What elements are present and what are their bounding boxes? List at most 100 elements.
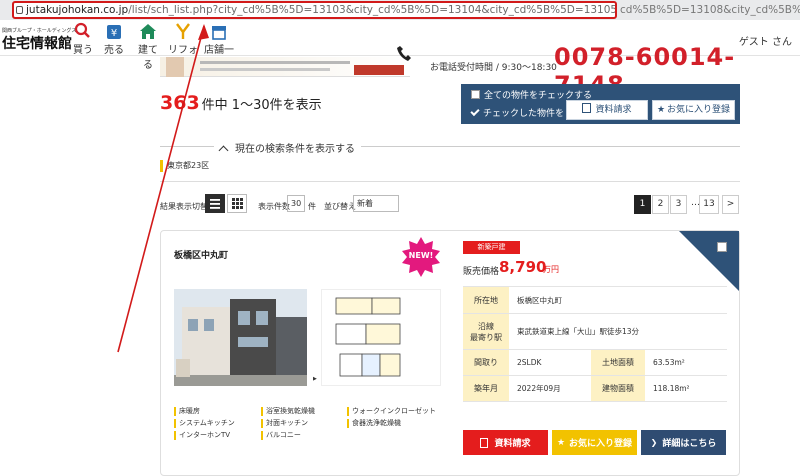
divider — [440, 146, 740, 147]
list-icon — [210, 199, 220, 209]
count-per-page-input[interactable]: 30 — [287, 195, 305, 212]
add-favorite-button[interactable]: ★ お気に入り登録 — [552, 430, 637, 455]
list-view-button[interactable] — [205, 194, 225, 213]
built-date-value: 2022年09月 — [509, 376, 591, 402]
property-photo[interactable] — [174, 289, 307, 386]
yen-house-icon: ¥ — [107, 25, 121, 39]
feature-bath-dryer: 浴室換気乾燥機 — [261, 407, 315, 416]
phone-hours: お電話受付時間 / 9:30〜18:30 — [430, 63, 557, 73]
next-page-button[interactable]: > — [722, 195, 739, 214]
browser-address-bar: jutakujohokan.co.jp/list/sch_list.php?ci… — [0, 0, 800, 20]
count-unit: 件 — [308, 202, 316, 211]
check-icon — [470, 106, 480, 117]
star-icon: ★ — [656, 105, 666, 115]
listing-card: 板橋区中丸町 NEW! ▶ 床暖房 浴室換気乾燥機 ウォークインクローゼット シ… — [160, 230, 740, 476]
line-station-value: 東武鉄道東上線「大山」駅徒歩13分 — [509, 314, 727, 350]
house-photo — [174, 289, 307, 386]
svg-text:¥: ¥ — [111, 28, 117, 39]
price-unit: 万円 — [543, 265, 559, 274]
page-3[interactable]: 3 — [670, 195, 687, 214]
page-1[interactable]: 1 — [634, 195, 651, 214]
nav-build[interactable]: 建てる — [134, 22, 162, 71]
plan-logo: ▶ — [313, 376, 317, 382]
bulk-request-label: 資料請求 — [595, 105, 632, 115]
nav-stores[interactable]: 店舗一覧 — [202, 22, 236, 71]
reform-icon — [176, 23, 190, 39]
build-house-icon — [140, 24, 156, 39]
feature-balcony: バルコニー — [261, 431, 301, 440]
nav-reform[interactable]: リフォーム — [164, 22, 202, 71]
layout-value: 2SLDK — [509, 350, 591, 376]
grid-view-button[interactable] — [227, 194, 247, 213]
document-icon — [582, 103, 592, 113]
corner-triangle — [679, 231, 739, 291]
grid-icon — [232, 198, 243, 209]
line-station-label: 沿線 最寄り駅 — [463, 314, 509, 350]
add-favorite-label: お気に入り登録 — [569, 439, 633, 449]
area-condition-tag: 東京都23区 — [160, 160, 209, 172]
url-overflow: cd%5B%5D=13108&city_cd%5B%5D=13109... — [620, 4, 800, 16]
request-info-label: 資料請求 — [494, 439, 531, 449]
document-icon — [480, 437, 489, 448]
url-field[interactable]: jutakujohokan.co.jp/list/sch_list.php?ci… — [12, 1, 617, 19]
count-label: 表示件数 — [258, 202, 290, 211]
check-all-checkbox[interactable] — [471, 90, 480, 99]
feature-walk-in-closet: ウォークインクローゼット — [347, 407, 436, 416]
building-area-value: 118.18m² — [645, 376, 727, 402]
nav-buy-label: 買う — [73, 45, 93, 56]
nav-sell-label: 売る — [104, 45, 124, 56]
page-2[interactable]: 2 — [652, 195, 669, 214]
price-value: 8,790 — [499, 258, 547, 276]
banner-photo — [166, 57, 184, 77]
sort-label: 並び替え — [324, 202, 356, 211]
site-logo[interactable]: 住宅情報館 — [2, 33, 72, 53]
location-label: 所在地 — [463, 287, 509, 314]
sort-select[interactable]: 新着 — [353, 195, 399, 212]
url-host: jutakujohokan.co.jp — [26, 4, 129, 16]
built-date-label: 築年月 — [463, 376, 509, 402]
nav-sell[interactable]: ¥ 売る — [103, 22, 125, 56]
store-icon — [212, 26, 226, 40]
chevron-right-icon: ❯ — [650, 438, 658, 447]
banner-text-line — [200, 68, 330, 71]
location-value: 板橋区中丸町 — [509, 287, 727, 314]
page-13[interactable]: 13 — [699, 195, 719, 214]
feature-dishwasher: 食器洗浄乾燥機 — [347, 419, 401, 428]
new-badge-label: NEW! — [408, 251, 434, 260]
listing-checkbox[interactable] — [717, 242, 727, 252]
listing-title[interactable]: 板橋区中丸町 — [174, 248, 228, 261]
floor-plan-drawing — [335, 297, 401, 377]
view-details-label: 詳細はこちら — [662, 439, 717, 449]
lock-icon — [16, 6, 23, 14]
phone-icon — [397, 46, 411, 61]
price-label: 販売価格 — [463, 267, 500, 277]
property-type-badge: 新築戸建 — [463, 241, 520, 254]
result-range: 件中 1〜30件を表示 — [201, 98, 322, 113]
feature-counter-kitchen: 対面キッチン — [261, 419, 308, 428]
result-count: 363 件中 1〜30件を表示 — [160, 92, 322, 114]
request-info-button[interactable]: 資料請求 — [463, 430, 548, 455]
nav-buy[interactable]: 買う — [72, 22, 94, 56]
banner-text-line — [200, 61, 350, 64]
show-conditions-toggle[interactable]: 現在の検索条件を表示する — [214, 140, 361, 156]
checked-label: チェックした物件を — [483, 109, 565, 119]
bulk-request-button[interactable]: 資料請求 — [566, 100, 648, 120]
bulk-action-panel: 全ての物件をチェックする チェックした物件を 資料請求 ★ お気に入り登録 — [461, 84, 740, 124]
view-details-button[interactable]: ❯ 詳細はこちら — [641, 430, 726, 455]
nav-build-label: 建てる — [138, 45, 158, 71]
url-path: /list/sch_list.php?city_cd%5B%5D=13103&c… — [128, 4, 617, 16]
floor-plan[interactable] — [321, 289, 441, 386]
corner-ribbon — [679, 231, 739, 291]
divider — [160, 181, 740, 182]
feature-system-kitchen: システムキッチン — [174, 419, 235, 428]
bulk-favorite-button[interactable]: ★ お気に入り登録 — [652, 100, 735, 120]
checked-row: チェックした物件を — [470, 106, 565, 119]
view-switch-label: 結果表示切替 — [160, 202, 208, 211]
result-total: 363 — [160, 92, 200, 114]
promo-banner[interactable] — [160, 57, 410, 77]
search-house-icon — [74, 22, 90, 38]
land-area-label: 土地面積 — [591, 350, 645, 376]
land-area-value: 63.53m² — [645, 350, 727, 376]
feature-floor-heating: 床暖房 — [174, 407, 200, 416]
property-detail-table: 所在地 板橋区中丸町 沿線 最寄り駅 東武鉄道東上線「大山」駅徒歩13分 間取り… — [463, 286, 727, 420]
